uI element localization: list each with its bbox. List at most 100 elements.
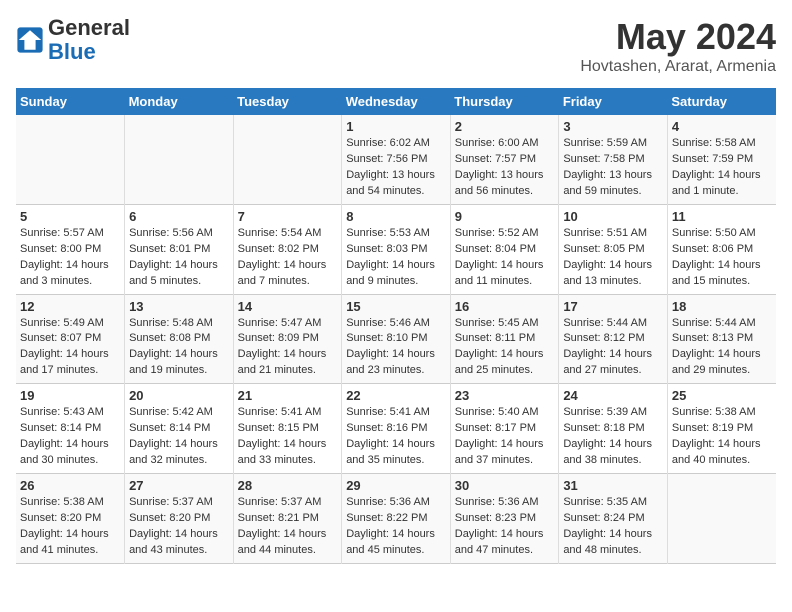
- calendar-cell: 24 Sunrise: 5:39 AM Sunset: 8:18 PM Dayli…: [559, 384, 668, 474]
- day-number: 8: [346, 209, 446, 224]
- column-header-sunday: Sunday: [16, 88, 125, 115]
- calendar-cell: 29 Sunrise: 5:36 AM Sunset: 8:22 PM Dayli…: [342, 474, 451, 564]
- calendar-table: SundayMondayTuesdayWednesdayThursdayFrid…: [16, 88, 776, 564]
- calendar-cell: 15Sunrise: 5:46 AM Sunset: 8:10 PM Dayli…: [342, 294, 451, 384]
- day-number: 12: [20, 299, 120, 314]
- calendar-cell: 13Sunrise: 5:48 AM Sunset: 8:08 PM Dayli…: [125, 294, 234, 384]
- day-number: 11: [672, 209, 772, 224]
- day-info: Sunrise: 5:39 AM Sunset: 8:18 PM Dayligh…: [563, 405, 663, 469]
- calendar-cell: 31 Sunrise: 5:35 AM Sunset: 8:24 PM Dayli…: [559, 474, 668, 564]
- calendar-cell: 2 Sunrise: 6:00 AM Sunset: 7:57 PM Daylig…: [450, 115, 559, 204]
- calendar-cell: 18 Sunrise: 5:44 AM Sunset: 8:13 PM Dayli…: [667, 294, 776, 384]
- day-info: Sunrise: 5:57 AM Sunset: 8:00 PM Dayligh…: [20, 226, 120, 290]
- calendar-cell: 25 Sunrise: 5:38 AM Sunset: 8:19 PM Dayli…: [667, 384, 776, 474]
- title-block: May 2024 Hovtashen, Ararat, Armenia: [580, 16, 776, 76]
- day-number: 30: [455, 478, 555, 493]
- day-number: 19: [20, 388, 120, 403]
- calendar-cell: 3 Sunrise: 5:59 AM Sunset: 7:58 PM Daylig…: [559, 115, 668, 204]
- calendar-cell: 27 Sunrise: 5:37 AM Sunset: 8:20 PM Dayli…: [125, 474, 234, 564]
- day-number: 25: [672, 388, 772, 403]
- day-info: Sunrise: 5:44 AM Sunset: 8:13 PM Dayligh…: [672, 316, 772, 380]
- column-header-friday: Friday: [559, 88, 668, 115]
- day-info: Sunrise: 5:36 AM Sunset: 8:22 PM Dayligh…: [346, 495, 446, 559]
- column-header-monday: Monday: [125, 88, 234, 115]
- day-number: 29: [346, 478, 446, 493]
- day-info: Sunrise: 5:44 AM Sunset: 8:12 PM Dayligh…: [563, 316, 663, 380]
- calendar-cell: 4 Sunrise: 5:58 AM Sunset: 7:59 PM Daylig…: [667, 115, 776, 204]
- day-info: Sunrise: 5:35 AM Sunset: 8:24 PM Dayligh…: [563, 495, 663, 559]
- logo-blue: Blue: [48, 39, 96, 64]
- day-number: 28: [238, 478, 338, 493]
- day-number: 2: [455, 119, 555, 134]
- day-number: 24: [563, 388, 663, 403]
- day-info: Sunrise: 5:49 AM Sunset: 8:07 PM Dayligh…: [20, 316, 120, 380]
- calendar-cell: [16, 115, 125, 204]
- calendar-week-row: 12 Sunrise: 5:49 AM Sunset: 8:07 PM Dayli…: [16, 294, 776, 384]
- page-header: General Blue May 2024 Hovtashen, Ararat,…: [16, 16, 776, 76]
- day-info: Sunrise: 5:40 AM Sunset: 8:17 PM Dayligh…: [455, 405, 555, 469]
- day-number: 23: [455, 388, 555, 403]
- calendar-cell: 28Sunrise: 5:37 AM Sunset: 8:21 PM Dayli…: [233, 474, 342, 564]
- calendar-cell: 30 Sunrise: 5:36 AM Sunset: 8:23 PM Dayli…: [450, 474, 559, 564]
- calendar-cell: [667, 474, 776, 564]
- calendar-cell: 12 Sunrise: 5:49 AM Sunset: 8:07 PM Dayli…: [16, 294, 125, 384]
- day-number: 15: [346, 299, 446, 314]
- day-number: 26: [20, 478, 120, 493]
- calendar-cell: [125, 115, 234, 204]
- day-number: 31: [563, 478, 663, 493]
- column-header-thursday: Thursday: [450, 88, 559, 115]
- day-info: Sunrise: 6:00 AM Sunset: 7:57 PM Dayligh…: [455, 136, 555, 200]
- calendar-week-row: 5 Sunrise: 5:57 AM Sunset: 8:00 PM Daylig…: [16, 204, 776, 294]
- day-number: 13: [129, 299, 229, 314]
- calendar-cell: 6Sunrise: 5:56 AM Sunset: 8:01 PM Daylig…: [125, 204, 234, 294]
- day-number: 17: [563, 299, 663, 314]
- day-info: Sunrise: 5:36 AM Sunset: 8:23 PM Dayligh…: [455, 495, 555, 559]
- day-info: Sunrise: 5:59 AM Sunset: 7:58 PM Dayligh…: [563, 136, 663, 200]
- day-number: 20: [129, 388, 229, 403]
- calendar-cell: 20 Sunrise: 5:42 AM Sunset: 8:14 PM Dayli…: [125, 384, 234, 474]
- column-header-saturday: Saturday: [667, 88, 776, 115]
- day-info: Sunrise: 5:37 AM Sunset: 8:20 PM Dayligh…: [129, 495, 229, 559]
- day-info: Sunrise: 5:43 AM Sunset: 8:14 PM Dayligh…: [20, 405, 120, 469]
- day-number: 7: [238, 209, 338, 224]
- day-number: 9: [455, 209, 555, 224]
- day-number: 1: [346, 119, 446, 134]
- calendar-cell: 19 Sunrise: 5:43 AM Sunset: 8:14 PM Dayli…: [16, 384, 125, 474]
- day-number: 3: [563, 119, 663, 134]
- subtitle: Hovtashen, Ararat, Armenia: [580, 58, 776, 76]
- calendar-cell: 1 Sunrise: 6:02 AM Sunset: 7:56 PM Daylig…: [342, 115, 451, 204]
- calendar-cell: 21Sunrise: 5:41 AM Sunset: 8:15 PM Dayli…: [233, 384, 342, 474]
- day-info: Sunrise: 5:47 AM Sunset: 8:09 PM Dayligh…: [238, 316, 338, 380]
- logo: General Blue: [16, 16, 130, 64]
- day-number: 27: [129, 478, 229, 493]
- day-number: 22: [346, 388, 446, 403]
- calendar-cell: 8Sunrise: 5:53 AM Sunset: 8:03 PM Daylig…: [342, 204, 451, 294]
- calendar-cell: 10 Sunrise: 5:51 AM Sunset: 8:05 PM Dayli…: [559, 204, 668, 294]
- calendar-week-row: 19 Sunrise: 5:43 AM Sunset: 8:14 PM Dayli…: [16, 384, 776, 474]
- day-info: Sunrise: 5:38 AM Sunset: 8:20 PM Dayligh…: [20, 495, 120, 559]
- calendar-cell: [233, 115, 342, 204]
- day-number: 5: [20, 209, 120, 224]
- day-info: Sunrise: 5:41 AM Sunset: 8:16 PM Dayligh…: [346, 405, 446, 469]
- calendar-cell: 22 Sunrise: 5:41 AM Sunset: 8:16 PM Dayli…: [342, 384, 451, 474]
- day-number: 10: [563, 209, 663, 224]
- calendar-cell: 5 Sunrise: 5:57 AM Sunset: 8:00 PM Daylig…: [16, 204, 125, 294]
- logo-general: General: [48, 15, 130, 40]
- day-info: Sunrise: 5:38 AM Sunset: 8:19 PM Dayligh…: [672, 405, 772, 469]
- day-info: Sunrise: 5:42 AM Sunset: 8:14 PM Dayligh…: [129, 405, 229, 469]
- day-number: 18: [672, 299, 772, 314]
- day-info: Sunrise: 5:51 AM Sunset: 8:05 PM Dayligh…: [563, 226, 663, 290]
- calendar-cell: 26 Sunrise: 5:38 AM Sunset: 8:20 PM Dayli…: [16, 474, 125, 564]
- calendar-header-row: SundayMondayTuesdayWednesdayThursdayFrid…: [16, 88, 776, 115]
- calendar-week-row: 26 Sunrise: 5:38 AM Sunset: 8:20 PM Dayli…: [16, 474, 776, 564]
- day-info: Sunrise: 6:02 AM Sunset: 7:56 PM Dayligh…: [346, 136, 446, 200]
- day-info: Sunrise: 5:56 AM Sunset: 8:01 PM Dayligh…: [129, 226, 229, 290]
- day-info: Sunrise: 5:45 AM Sunset: 8:11 PM Dayligh…: [455, 316, 555, 380]
- calendar-cell: 17 Sunrise: 5:44 AM Sunset: 8:12 PM Dayli…: [559, 294, 668, 384]
- calendar-cell: 11Sunrise: 5:50 AM Sunset: 8:06 PM Dayli…: [667, 204, 776, 294]
- day-number: 4: [672, 119, 772, 134]
- day-info: Sunrise: 5:58 AM Sunset: 7:59 PM Dayligh…: [672, 136, 772, 200]
- day-info: Sunrise: 5:52 AM Sunset: 8:04 PM Dayligh…: [455, 226, 555, 290]
- logo-text: General Blue: [48, 16, 130, 64]
- calendar-cell: 16Sunrise: 5:45 AM Sunset: 8:11 PM Dayli…: [450, 294, 559, 384]
